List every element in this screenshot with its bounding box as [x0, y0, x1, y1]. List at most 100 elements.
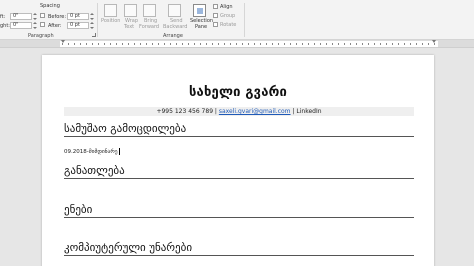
- ruler-tick: [278, 43, 279, 45]
- resume-name[interactable]: სახელი გვარი: [42, 85, 434, 100]
- contact-email-link[interactable]: saxeli.gvari@gmail.com: [219, 108, 291, 115]
- section-heading-education[interactable]: განათლება: [64, 164, 414, 179]
- space-before-icon: [40, 13, 45, 18]
- paragraph-group-label: Paragraph: [28, 33, 54, 39]
- ruler-tick: [152, 43, 153, 45]
- ruler-tick: [92, 43, 93, 45]
- ruler-tick: [206, 43, 207, 45]
- space-before-field[interactable]: 0 pt: [67, 13, 89, 20]
- ruler-tick: [404, 43, 405, 45]
- ruler-tick: [110, 43, 111, 45]
- ruler-tick: [398, 43, 399, 45]
- rotate-label: Rotate: [220, 22, 237, 28]
- ruler-tick: [380, 43, 381, 45]
- ruler-tick: [68, 43, 69, 45]
- ruler-tick: [428, 43, 429, 45]
- ruler-tick: [350, 43, 351, 45]
- selection-pane-label-2: Pane: [195, 24, 208, 30]
- indent-left-field[interactable]: 0": [10, 13, 32, 20]
- group-icon: [213, 13, 218, 18]
- ruler-tick: [80, 43, 81, 45]
- ruler-tick: [134, 43, 135, 45]
- space-before-spinner[interactable]: [90, 13, 94, 20]
- ruler-tick: [386, 43, 387, 45]
- ruler-tick: [98, 43, 99, 45]
- selection-pane-icon: [193, 4, 206, 17]
- ruler-tick: [320, 43, 321, 45]
- contact-phone: +995 123 456 789: [156, 108, 214, 115]
- wrap-text-icon: [124, 4, 137, 17]
- ruler-tick: [182, 43, 183, 45]
- ruler-tick: [194, 43, 195, 45]
- ruler-tick: [104, 43, 105, 45]
- ruler-tick: [266, 43, 267, 45]
- arrange-group-label: Arrange: [163, 33, 183, 39]
- bring-forward-icon: [143, 4, 156, 17]
- contact-line[interactable]: +995 123 456 789 | saxeli.gvari@gmail.co…: [64, 107, 414, 116]
- ruler-tick: [314, 43, 315, 45]
- ruler-tick: [284, 43, 285, 45]
- ruler-tick: [200, 43, 201, 45]
- ruler-tick: [164, 43, 165, 45]
- experience-date-range: 09.2018-მიმდინარე: [64, 149, 118, 155]
- experience-entry[interactable]: 09.2018-მიმდინარე: [64, 148, 120, 155]
- ruler-tick: [224, 43, 225, 45]
- indent-left-spinner[interactable]: [33, 13, 37, 20]
- ruler-tick: [212, 43, 213, 45]
- ruler-tick: [86, 43, 87, 45]
- position-icon: [104, 4, 117, 17]
- indent-right-spinner[interactable]: [33, 22, 37, 29]
- space-after-spinner[interactable]: [90, 22, 94, 29]
- group-separator: [97, 3, 98, 37]
- document-page[interactable]: სახელი გვარი +995 123 456 789 | saxeli.g…: [42, 55, 434, 266]
- ruler-tick: [362, 43, 363, 45]
- ribbon: ft: 0" ght: 0" Spacing Before: 0 pt Afte…: [0, 0, 474, 40]
- ruler-tick: [74, 43, 75, 45]
- ruler-tick: [422, 43, 423, 45]
- ruler-tick: [416, 43, 417, 45]
- position-label: Position: [101, 18, 121, 24]
- ruler-tick: [140, 43, 141, 45]
- send-backward-icon: [168, 4, 181, 17]
- space-after-label: After:: [48, 23, 62, 29]
- contact-linkedin[interactable]: LinkedIn: [296, 108, 321, 115]
- indent-right-field[interactable]: 0": [10, 22, 32, 29]
- space-after-field[interactable]: 0 pt: [67, 22, 89, 29]
- horizontal-ruler[interactable]: [0, 40, 474, 48]
- ruler-tick: [146, 43, 147, 45]
- ruler-tick: [218, 43, 219, 45]
- ruler-tick: [344, 43, 345, 45]
- ruler-tick: [296, 43, 297, 45]
- rotate-icon: [213, 22, 218, 27]
- ruler-tick: [392, 43, 393, 45]
- ruler-tick: [272, 43, 273, 45]
- ruler-tick: [368, 43, 369, 45]
- ruler-tick: [122, 43, 123, 45]
- ruler-tick: [248, 43, 249, 45]
- space-before-label: Before:: [48, 14, 67, 20]
- ruler-tick: [434, 43, 435, 45]
- bring-forward-label-2: Forward: [139, 24, 160, 30]
- ruler-tick: [338, 43, 339, 45]
- paragraph-dialog-launcher[interactable]: [92, 33, 96, 37]
- section-heading-experience[interactable]: სამუშაო გამოცდილება: [64, 122, 414, 137]
- ruler-tick: [188, 43, 189, 45]
- section-heading-languages[interactable]: ენები: [64, 203, 414, 218]
- align-label: Align: [220, 4, 233, 10]
- ruler-tick: [242, 43, 243, 45]
- align-icon: [213, 4, 218, 9]
- ruler-tick: [128, 43, 129, 45]
- ruler-tick: [62, 43, 63, 45]
- section-heading-computer-skills[interactable]: კომპიუტერული უნარები: [64, 241, 414, 256]
- ruler-tick: [176, 43, 177, 45]
- indent-left-label: ft:: [0, 14, 6, 20]
- ruler-tick: [236, 43, 237, 45]
- ruler-tick: [410, 43, 411, 45]
- ruler-tick: [290, 43, 291, 45]
- ruler-tick: [230, 43, 231, 45]
- ruler-tick: [374, 43, 375, 45]
- ruler-tick: [254, 43, 255, 45]
- group-separator: [244, 3, 245, 37]
- ruler-tick: [170, 43, 171, 45]
- ruler-tick: [260, 43, 261, 45]
